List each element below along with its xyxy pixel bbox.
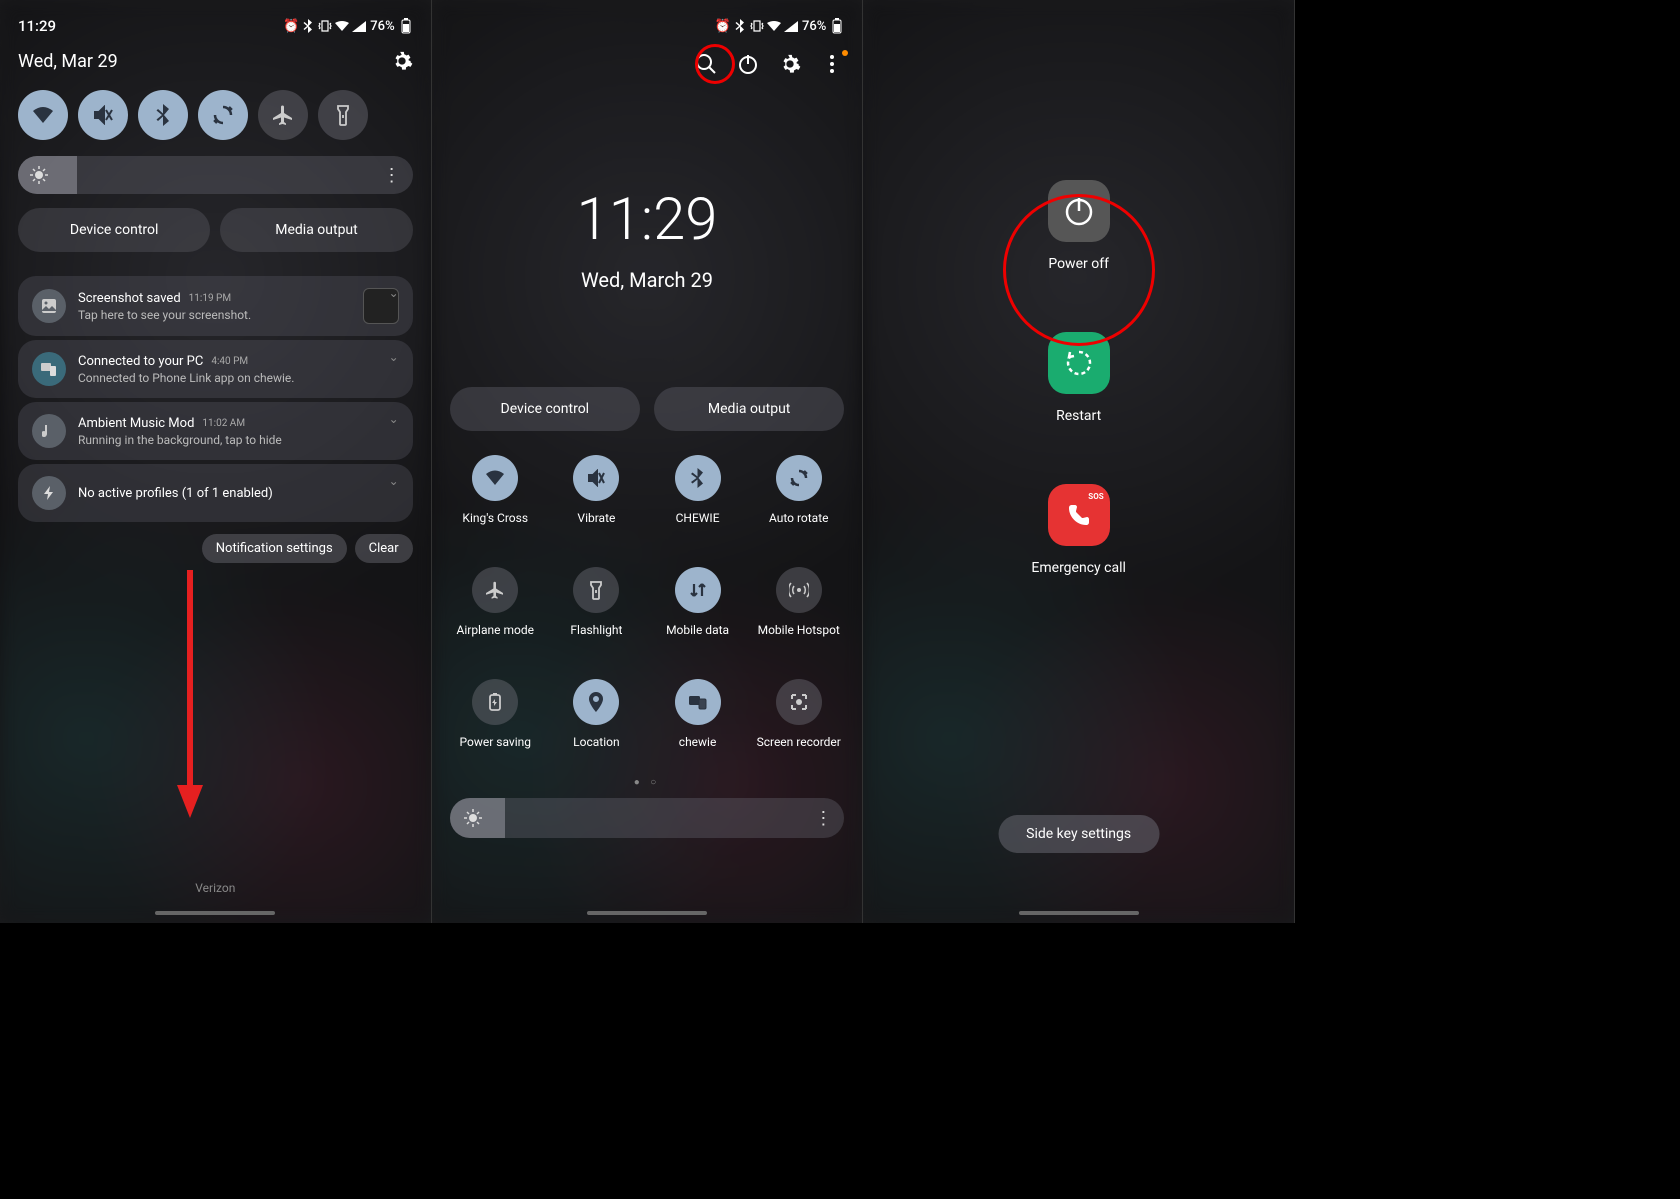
annotation-arrow-down bbox=[175, 570, 205, 820]
chevron-down-icon[interactable]: ⌄ bbox=[389, 350, 399, 364]
status-time: 11:29 bbox=[18, 17, 56, 35]
qs-powersaving-toggle[interactable] bbox=[472, 679, 518, 725]
device-control-button[interactable]: Device control bbox=[18, 208, 210, 252]
notification-item[interactable]: Connected to your PC4:40 PM Connected to… bbox=[18, 340, 413, 398]
clock-time: 11:29 bbox=[450, 186, 845, 254]
tasker-app-icon bbox=[32, 476, 66, 510]
qs-screenrecord-toggle[interactable] bbox=[776, 679, 822, 725]
status-bar: ⏰ 76% bbox=[450, 14, 845, 38]
brightness-slider[interactable]: ⋮ bbox=[450, 798, 845, 838]
qs-vibrate-toggle[interactable] bbox=[573, 455, 619, 501]
brightness-slider[interactable]: ⋮ bbox=[18, 156, 413, 194]
wifi-icon bbox=[335, 19, 349, 33]
brightness-icon bbox=[464, 809, 482, 827]
notification-dot bbox=[842, 50, 848, 56]
qs-link-toggle[interactable] bbox=[675, 679, 721, 725]
qs-flashlight-toggle[interactable] bbox=[573, 567, 619, 613]
status-icons: ⏰ bbox=[716, 19, 798, 33]
alarm-icon: ⏰ bbox=[284, 19, 298, 33]
qs-wifi-toggle[interactable] bbox=[472, 455, 518, 501]
qs-bluetooth-toggle[interactable] bbox=[138, 90, 188, 140]
qs-rotate-toggle[interactable] bbox=[198, 90, 248, 140]
signal-icon bbox=[784, 19, 798, 33]
notification-settings-button[interactable]: Notification settings bbox=[202, 534, 347, 563]
battery-percent: 76% bbox=[802, 19, 826, 34]
battery-percent: 76% bbox=[370, 19, 394, 34]
power-menu-panel: Power off Restart SOS Emergency call Sid… bbox=[863, 0, 1295, 923]
qs-location-toggle[interactable] bbox=[573, 679, 619, 725]
page-indicator: ● ○ bbox=[450, 777, 845, 788]
qs-rotate-toggle[interactable] bbox=[776, 455, 822, 501]
qs-sound-toggle[interactable] bbox=[78, 90, 128, 140]
signal-icon bbox=[352, 19, 366, 33]
status-bar: 11:29 ⏰ 76% bbox=[18, 14, 413, 38]
sos-badge: SOS bbox=[1088, 492, 1103, 501]
bluetooth-icon bbox=[733, 19, 747, 33]
battery-icon bbox=[399, 19, 413, 33]
vibrate-icon bbox=[750, 19, 764, 33]
notification-item[interactable]: Screenshot saved11:19 PM Tap here to see… bbox=[18, 276, 413, 336]
brightness-icon bbox=[30, 166, 48, 184]
emergency-call-button[interactable]: SOS bbox=[1048, 484, 1110, 546]
settings-gear-icon[interactable] bbox=[391, 50, 413, 72]
wifi-icon bbox=[767, 19, 781, 33]
qs-hotspot-toggle[interactable] bbox=[776, 567, 822, 613]
brightness-more-icon[interactable]: ⋮ bbox=[814, 808, 830, 829]
quick-settings-row bbox=[18, 90, 413, 140]
bluetooth-icon bbox=[301, 19, 315, 33]
quick-settings-expanded-panel: ⏰ 76% 11:29 Wed, March 29 Device co bbox=[432, 0, 864, 923]
alarm-icon: ⏰ bbox=[716, 19, 730, 33]
qs-flashlight-toggle[interactable] bbox=[318, 90, 368, 140]
side-key-settings-button[interactable]: Side key settings bbox=[998, 815, 1159, 853]
chevron-down-icon[interactable]: ⌄ bbox=[389, 474, 399, 488]
notification-item[interactable]: No active profiles (1 of 1 enabled) ⌄ bbox=[18, 464, 413, 522]
more-icon[interactable] bbox=[820, 52, 844, 76]
notification-shade-panel: 11:29 ⏰ 76% bbox=[0, 0, 432, 923]
qs-airplane-toggle[interactable] bbox=[472, 567, 518, 613]
emergency-call-label: Emergency call bbox=[1031, 560, 1125, 576]
media-output-button[interactable]: Media output bbox=[220, 208, 412, 252]
qs-wifi-toggle[interactable] bbox=[18, 90, 68, 140]
music-app-icon bbox=[32, 414, 66, 448]
nav-bar-handle[interactable] bbox=[587, 911, 707, 915]
phone-link-app-icon bbox=[32, 352, 66, 386]
qs-airplane-toggle[interactable] bbox=[258, 90, 308, 140]
clear-notifications-button[interactable]: Clear bbox=[355, 534, 413, 563]
status-icons: ⏰ bbox=[284, 19, 366, 33]
power-icon[interactable] bbox=[736, 52, 760, 76]
notification-item[interactable]: Ambient Music Mod11:02 AM Running in the… bbox=[18, 402, 413, 460]
chevron-down-icon[interactable]: ⌄ bbox=[389, 412, 399, 426]
vibrate-icon bbox=[318, 19, 332, 33]
device-control-button[interactable]: Device control bbox=[450, 387, 640, 431]
nav-bar-handle[interactable] bbox=[155, 911, 275, 915]
screenshot-app-icon bbox=[32, 289, 66, 323]
battery-icon bbox=[830, 19, 844, 33]
qs-mobiledata-toggle[interactable] bbox=[675, 567, 721, 613]
annotation-circle bbox=[1003, 194, 1155, 346]
media-output-button[interactable]: Media output bbox=[654, 387, 844, 431]
restart-label: Restart bbox=[1056, 408, 1101, 424]
quick-settings-grid: King's Cross Vibrate CHEWIE Auto rotate … bbox=[450, 455, 845, 765]
brightness-more-icon[interactable]: ⋮ bbox=[383, 165, 399, 186]
chevron-down-icon[interactable]: ⌄ bbox=[389, 286, 399, 300]
nav-bar-handle[interactable] bbox=[1019, 911, 1139, 915]
annotation-circle bbox=[695, 44, 735, 84]
qs-bluetooth-toggle[interactable] bbox=[675, 455, 721, 501]
settings-gear-icon[interactable] bbox=[778, 52, 802, 76]
shade-date: Wed, Mar 29 bbox=[18, 51, 118, 72]
clock-date: Wed, March 29 bbox=[450, 268, 845, 292]
notification-list: Screenshot saved11:19 PM Tap here to see… bbox=[18, 276, 413, 524]
carrier-label: Verizon bbox=[0, 881, 431, 895]
